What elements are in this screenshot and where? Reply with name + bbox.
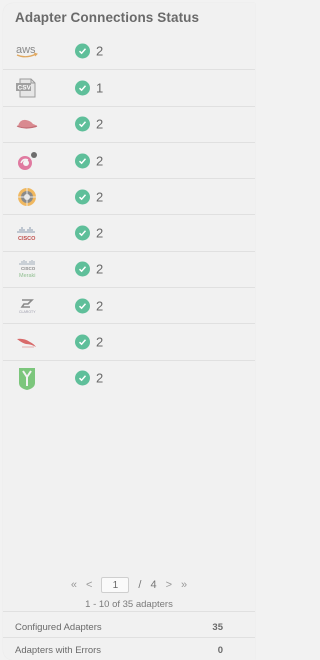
configured-adapters-label: Configured Adapters (15, 622, 102, 633)
connection-status: 2 (75, 153, 104, 169)
claroty-logo-icon: CLAROTY (12, 294, 42, 318)
connection-status: 2 (75, 298, 104, 314)
adapter-row[interactable]: CLAROTY 2 (3, 287, 255, 323)
adapter-connections-panel: Adapter Connections Status aws 2 CSV 1 2… (3, 3, 255, 660)
cisco-meraki-logo-icon: CISCO Meraki (12, 257, 42, 281)
csv-file-icon: CSV (12, 76, 42, 100)
adapter-row[interactable]: CISCO Meraki 2 (3, 250, 255, 287)
configured-adapters-stat: Configured Adapters 35 (15, 622, 223, 633)
connection-count: 2 (96, 370, 104, 386)
connection-count: 2 (96, 189, 104, 205)
aws-logo-icon: aws (12, 39, 42, 63)
adapter-list: aws 2 CSV 1 2 2 2 CISCO 2 CISCO Meraki 2… (3, 33, 255, 396)
page-separator: / (138, 579, 142, 591)
first-page-button[interactable]: « (71, 579, 77, 591)
aws-logo-text: aws (16, 44, 36, 56)
pagination: « < / 4 > » (3, 576, 255, 594)
last-page-button[interactable]: » (181, 579, 187, 591)
shield-logo-icon (12, 366, 42, 391)
adapter-row[interactable]: CSV 1 (3, 69, 255, 105)
configured-adapters-value: 35 (212, 622, 223, 633)
check-circle-icon (75, 261, 90, 277)
adapter-row[interactable]: 2 (3, 178, 255, 214)
adapters-with-errors-value: 0 (217, 645, 223, 656)
connection-count: 2 (96, 225, 104, 241)
connection-count: 2 (96, 43, 104, 59)
connection-status: 2 (75, 370, 104, 386)
adapter-row[interactable]: 2 (3, 323, 255, 359)
connection-status: 2 (75, 261, 104, 277)
total-pages: 4 (150, 579, 157, 591)
connection-status: 1 (75, 80, 104, 96)
adapter-row[interactable]: 2 (3, 141, 255, 178)
connection-count: 2 (96, 261, 104, 277)
check-circle-icon (75, 298, 90, 314)
adapter-row[interactable]: 2 (3, 359, 255, 396)
adapters-with-errors-stat: Adapters with Errors 0 (15, 645, 223, 656)
check-circle-icon (75, 225, 90, 241)
csv-logo-text: CSV (18, 84, 32, 91)
gear-globe-logo-icon (12, 185, 42, 209)
claroty-logo-text: CLAROTY (19, 310, 36, 314)
check-circle-icon (75, 370, 90, 386)
connection-status: 2 (75, 43, 104, 59)
divider (3, 611, 255, 612)
divider (3, 637, 255, 638)
next-page-button[interactable]: > (166, 579, 172, 591)
pagination-range-text: 1 - 10 of 35 adapters (85, 599, 173, 610)
check-circle-icon (75, 80, 90, 96)
connection-count: 1 (96, 80, 104, 96)
connection-status: 2 (75, 225, 104, 241)
check-circle-icon (75, 334, 90, 350)
check-circle-icon (75, 116, 90, 132)
connection-count: 2 (96, 334, 104, 350)
svg-text:Meraki: Meraki (19, 273, 36, 279)
crowdstrike-logo-icon (12, 330, 42, 354)
page-number-input[interactable] (101, 577, 130, 593)
swirl-logo-icon (12, 149, 42, 173)
connection-status: 2 (75, 189, 104, 205)
connection-count: 2 (96, 298, 104, 314)
svg-text:CISCO: CISCO (21, 266, 36, 271)
adapters-with-errors-label: Adapters with Errors (15, 645, 102, 656)
cisco-logo-icon: CISCO (12, 221, 42, 245)
hat-logo-icon (12, 112, 42, 136)
connection-status: 2 (75, 334, 104, 350)
connection-count: 2 (96, 153, 104, 169)
prev-page-button[interactable]: < (86, 579, 92, 591)
check-circle-icon (75, 189, 90, 205)
connection-count: 2 (96, 116, 104, 132)
check-circle-icon (75, 153, 90, 169)
adapter-row[interactable]: CISCO 2 (3, 214, 255, 250)
connection-status: 2 (75, 116, 104, 132)
check-circle-icon (75, 43, 90, 59)
adapter-row[interactable]: 2 (3, 105, 255, 142)
cisco-logo-text: CISCO (18, 236, 36, 242)
panel-title: Adapter Connections Status (15, 10, 200, 25)
adapter-row[interactable]: aws 2 (3, 33, 255, 69)
